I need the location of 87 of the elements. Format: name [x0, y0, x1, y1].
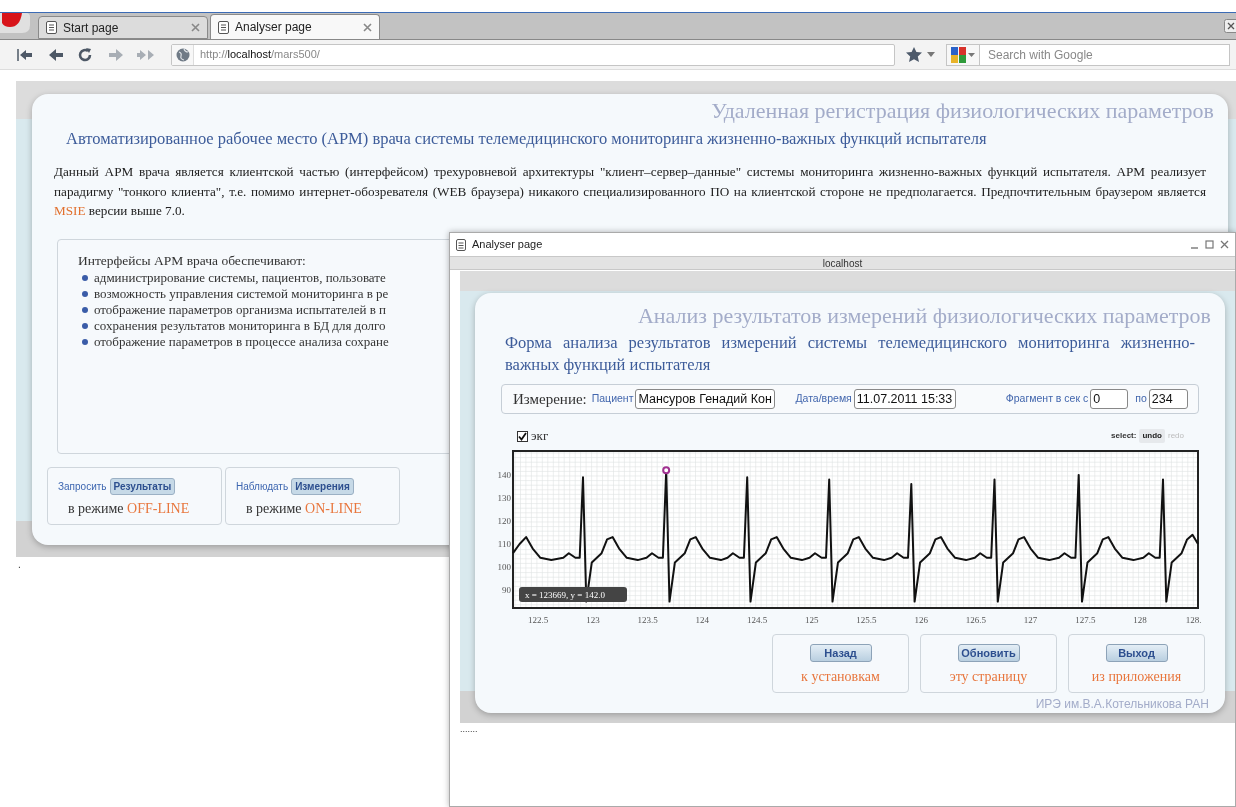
page-title: Автоматизированное рабочее место (АРМ) врача системы телемедицинского мониторинга жизненно-важных функций испытателя — [65, 128, 988, 150]
page-heading: Удаленная регистрация физиологических параметров — [710, 97, 1215, 125]
axis-tick-label: 127 — [1023, 615, 1038, 625]
search-field[interactable]: Search with Google — [980, 43, 1230, 66]
axis-tick-label: 125.5 — [856, 615, 877, 625]
checkbox-label: экг — [531, 427, 549, 446]
back-icon[interactable] — [47, 46, 65, 63]
page-icon — [456, 238, 466, 251]
axis-tick-label: 128. — [1185, 615, 1202, 625]
mode-text: в режиме ON-LINE — [245, 499, 363, 518]
first-page-icon[interactable] — [16, 46, 34, 63]
field-label: Дата/время — [795, 391, 852, 407]
page-icon — [46, 21, 57, 34]
status-text: ....... — [459, 723, 479, 736]
action-button[interactable]: Назад — [809, 644, 872, 662]
bullet-icon — [82, 338, 88, 345]
axis-tick-label: 124 — [695, 615, 710, 625]
bullet-icon — [82, 306, 88, 313]
patient-field[interactable]: Мансуров Генадий Кон — [635, 389, 776, 409]
checkbox[interactable] — [517, 430, 528, 442]
features-heading: Интерфейсы АРМ врача обеспечивают: — [78, 251, 306, 270]
window-title: Analyser page — [472, 237, 544, 253]
results-button[interactable]: Измерения — [291, 477, 354, 495]
undo-button[interactable]: undo — [1139, 429, 1165, 443]
axis-tick-label: 127.5 — [1075, 615, 1096, 625]
feature-item: отображение параметров организма испытателей в п — [94, 301, 387, 318]
axis-tick-label: 140 — [497, 469, 511, 480]
from-field[interactable]: 0 — [1090, 389, 1129, 409]
action-button[interactable]: Выход — [1105, 644, 1168, 662]
browser-tab[interactable]: Start page — [38, 16, 208, 39]
close-icon[interactable] — [363, 22, 372, 32]
axis-tick-label: 125 — [805, 615, 819, 625]
page-icon — [218, 20, 229, 34]
axis-tick-label: 124.5 — [746, 615, 768, 625]
star-icon[interactable] — [906, 47, 922, 62]
datetime-field[interactable]: 11.07.2011 15:33 — [853, 389, 956, 409]
axis-tick-label: 110 — [497, 539, 511, 549]
select-label: select: — [1111, 430, 1137, 442]
mode-text: в режиме OFF-LINE — [67, 499, 191, 518]
globe-icon — [175, 47, 190, 62]
axis-tick-label: 120 — [497, 516, 511, 526]
bullet-icon — [82, 322, 88, 329]
intro-paragraph: Данный АРМ врача является клиентской частью (интерфейсом) трехуровневой архитектуры "клиент–сервер–данные" системы мониторинга жизненно-важных функций испытателя. АРМ реализует парадигму "тонкого клиента", т.е. помимо интернет-обозревателя (WEB браузера) никакого специализированного ПО на клиентской стороне не предполагается. Предпочтительным браузером является MSIE версии выше 7.0. — [53, 163, 1207, 220]
bullet-icon — [82, 274, 88, 281]
caret-icon — [968, 52, 975, 57]
field-label: Фрагмент в сек с — [1005, 391, 1089, 407]
page-heading: Анализ результатов измерений физиологических параметров — [636, 302, 1212, 330]
feature-item: возможность управления системой мониторинга в ре — [94, 285, 389, 302]
page-title: Форма анализа результатов измерений системы телемедицинского мониторинга жизненно-важных функций испытателя — [504, 332, 1196, 376]
search-engine-button[interactable] — [946, 43, 980, 66]
credit-text: ИРЭ им.В.А.Котельникова РАН — [1034, 696, 1210, 712]
axis-tick-label: 130 — [497, 492, 511, 503]
maximize-icon[interactable] — [1205, 240, 1214, 249]
action-label: Запросить — [58, 479, 107, 494]
close-icon[interactable] — [1224, 19, 1236, 33]
axis-tick-label: 126.5 — [965, 615, 986, 625]
feature-item: отображение параметров в процессе анализа сохране — [94, 333, 389, 350]
axis-tick-label: 123.5 — [637, 615, 658, 625]
axis-tick-label: 90 — [502, 585, 511, 596]
measurement-label: Измерение: — [513, 389, 587, 409]
button-caption: из приложения — [1091, 668, 1182, 686]
axis-tick-label: 122.5 — [528, 615, 549, 625]
to-field[interactable]: 234 — [1148, 389, 1188, 409]
button-caption: эту страницу — [949, 668, 1028, 686]
feature-item: сохранения результатов мониторинга в БД для долго — [94, 317, 386, 334]
results-button[interactable]: Результаты — [109, 477, 176, 495]
axis-tick-label: 123 — [586, 615, 600, 625]
feature-item: администрирование системы, пациентов, пользовате — [94, 269, 386, 286]
colored-blocks-icon — [951, 46, 966, 63]
address-field[interactable]: http://localhost/mars500/ — [171, 43, 895, 66]
button-caption: к установкам — [801, 668, 880, 686]
axis-tick-label: 100 — [497, 562, 511, 572]
close-icon[interactable] — [1220, 240, 1229, 249]
bullet-icon — [82, 290, 88, 297]
field-label: Пациент — [591, 391, 634, 407]
point-marker — [662, 466, 671, 475]
url-bar: localhost — [450, 256, 1235, 270]
caret-icon[interactable] — [927, 52, 935, 57]
checkmark-icon — [518, 431, 527, 441]
field-label: по — [1135, 391, 1147, 407]
action-label: Наблюдать — [236, 479, 289, 494]
action-button[interactable]: Обновить — [957, 644, 1020, 662]
tooltip: x = 123669, y = 142.0 — [519, 587, 627, 602]
browser-tab[interactable]: Analyser page — [210, 14, 380, 39]
axis-tick-label: 128 — [1133, 615, 1147, 625]
status-text: . — [18, 557, 21, 572]
axis-tick-label: 126 — [914, 615, 928, 625]
